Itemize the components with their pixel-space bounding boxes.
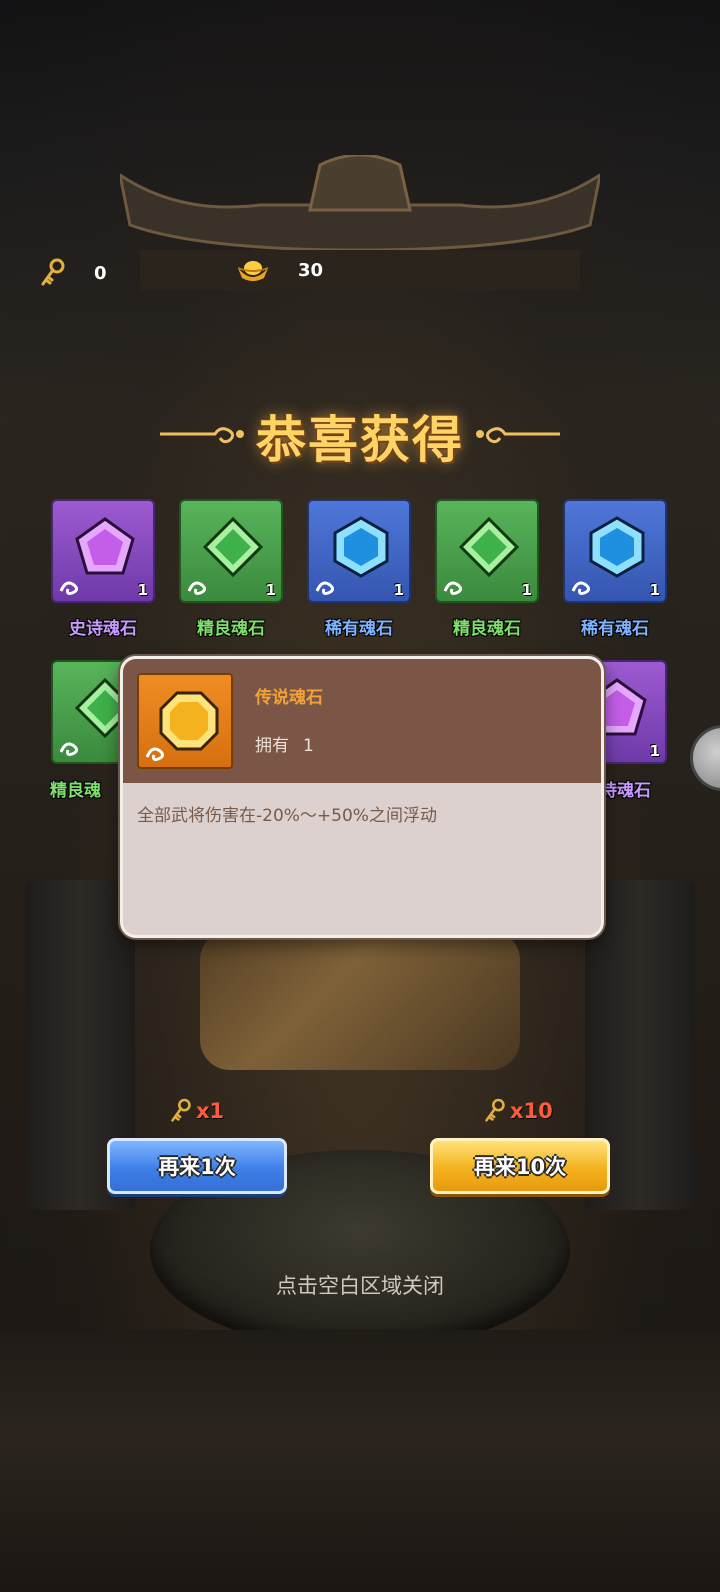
reward-name: 精良魂石 bbox=[453, 619, 521, 639]
temple-roof bbox=[120, 155, 600, 290]
key-icon bbox=[485, 1098, 505, 1122]
reward-name: 稀有魂石 bbox=[581, 619, 649, 639]
item-description: 全部武将伤害在-20%～+50%之间浮动 bbox=[137, 806, 437, 826]
reward-quantity: 1 bbox=[137, 581, 148, 599]
stone-floor bbox=[0, 1330, 720, 1592]
gold-ingot-icon bbox=[237, 261, 269, 281]
spirit-swirl-icon bbox=[145, 747, 165, 761]
tooltip-header: 传说魂石 拥有 1 bbox=[123, 659, 601, 783]
legendary-soulstone-card bbox=[137, 673, 233, 769]
reward-name: 诗魂石 bbox=[600, 781, 651, 801]
item-name: 传说魂石 bbox=[255, 688, 323, 708]
key-icon bbox=[41, 258, 65, 286]
single-draw-cost-value: x1 bbox=[196, 1099, 225, 1123]
item-detail-tooltip: 传说魂石 拥有 1 全部武将伤害在-20%～+50%之间浮动 bbox=[120, 656, 604, 938]
reward-card-epic-soulstone[interactable]: 1 bbox=[51, 499, 155, 603]
reward-card-rare-soulstone[interactable]: 1 bbox=[307, 499, 411, 603]
rubble-stones bbox=[200, 930, 520, 1070]
pentagon-gem-icon bbox=[75, 517, 135, 575]
reward-quantity: 1 bbox=[393, 581, 404, 599]
diamond-gem-icon bbox=[202, 516, 264, 578]
spirit-swirl-icon bbox=[443, 581, 463, 595]
ten-draw-cost: x10 bbox=[484, 1098, 553, 1124]
spirit-swirl-icon bbox=[59, 742, 79, 756]
reward-quantity: 1 bbox=[649, 742, 660, 760]
diamond-gem-icon bbox=[458, 516, 520, 578]
close-hint-text: 点击空白区域关闭 bbox=[276, 1274, 444, 1298]
spirit-swirl-icon bbox=[571, 581, 591, 595]
draw-ten-button[interactable]: 再来10次 bbox=[430, 1138, 610, 1194]
draw-once-button[interactable]: 再来1次 bbox=[107, 1138, 287, 1194]
reward-card-fine-soulstone[interactable]: 1 bbox=[435, 499, 539, 603]
spirit-swirl-icon bbox=[59, 581, 79, 595]
owned-label: 拥有 bbox=[255, 736, 289, 756]
key-icon bbox=[171, 1098, 191, 1122]
key-count: 0 bbox=[94, 262, 107, 284]
hexagon-gem-icon bbox=[333, 516, 389, 578]
reward-name: 稀有魂石 bbox=[325, 619, 393, 639]
reward-name: 史诗魂石 bbox=[69, 619, 137, 639]
reward-card-fine-soulstone[interactable]: 1 bbox=[179, 499, 283, 603]
spirit-swirl-icon bbox=[315, 581, 335, 595]
owned-count-row: 拥有 1 bbox=[255, 731, 314, 756]
reward-quantity: 1 bbox=[265, 581, 276, 599]
reward-card-rare-soulstone[interactable]: 1 bbox=[563, 499, 667, 603]
reward-name: 精良魂石 bbox=[197, 619, 265, 639]
right-cloud-ornament bbox=[476, 427, 560, 444]
hexagon-gem-icon bbox=[589, 516, 645, 578]
reward-name: 精良魂 bbox=[50, 781, 101, 801]
key-counter: 0 bbox=[40, 258, 107, 288]
reward-quantity: 1 bbox=[521, 581, 532, 599]
spirit-swirl-icon bbox=[187, 581, 207, 595]
single-draw-cost: x1 bbox=[170, 1098, 224, 1124]
gold-counter: 30 bbox=[236, 258, 323, 282]
gold-count: 30 bbox=[298, 259, 324, 281]
owned-value: 1 bbox=[303, 736, 314, 756]
ten-draw-cost-value: x10 bbox=[510, 1099, 553, 1123]
reward-quantity: 1 bbox=[649, 581, 660, 599]
reward-title-banner: 恭喜获得 bbox=[160, 400, 560, 470]
